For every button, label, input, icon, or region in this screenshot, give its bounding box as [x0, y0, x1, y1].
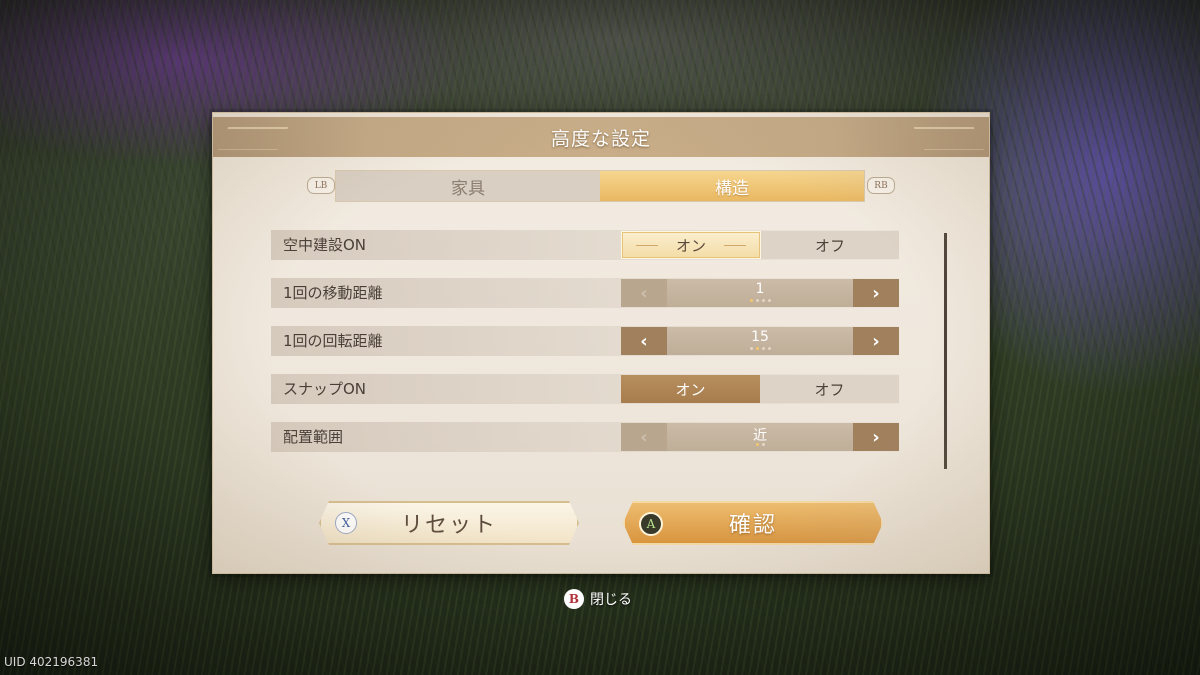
setting-row-snap[interactable]: スナップON オン オフ	[271, 374, 899, 404]
stepper-dots	[667, 347, 853, 351]
option-on[interactable]: オン	[621, 231, 761, 259]
tab-structure[interactable]: 構造	[600, 171, 864, 201]
confirm-button[interactable]: A 確認	[623, 501, 883, 545]
scrollbar[interactable]	[944, 233, 947, 469]
chevron-right-icon[interactable]: ›	[853, 327, 899, 355]
option-off[interactable]: オフ	[761, 231, 899, 259]
option-on[interactable]: オン	[621, 375, 760, 403]
x-button-icon: X	[335, 512, 357, 534]
aerial-build-toggle[interactable]: オン オフ	[621, 231, 899, 259]
rotate-distance-stepper[interactable]: ‹ 15 ›	[621, 327, 899, 355]
placement-range-stepper[interactable]: ‹ 近 ›	[621, 423, 899, 451]
tab-furniture[interactable]: 家具	[336, 171, 600, 201]
chevron-right-icon[interactable]: ›	[853, 423, 899, 451]
a-button-icon: A	[639, 512, 663, 536]
setting-label: 空中建設ON	[283, 236, 367, 254]
reset-button[interactable]: X リセット	[319, 501, 579, 545]
b-button-icon: B	[564, 589, 584, 609]
option-off[interactable]: オフ	[760, 375, 899, 403]
setting-row-move-distance[interactable]: 1回の移動距離 ‹ 1 ›	[271, 278, 899, 308]
stepper-value: 15	[751, 329, 769, 345]
close-label: 閉じる	[590, 592, 632, 608]
dialog-title-bar: 高度な設定	[213, 117, 989, 157]
setting-label: 1回の移動距離	[283, 284, 383, 302]
move-distance-stepper[interactable]: ‹ 1 ›	[621, 279, 899, 307]
stepper-dots	[667, 299, 853, 303]
rb-bumper-icon[interactable]: RB	[867, 177, 895, 194]
setting-row-placement-range[interactable]: 配置範囲 ‹ 近 ›	[271, 422, 899, 452]
advanced-settings-dialog: 高度な設定 LB 家具 構造 RB 空中建設ON オン オフ 1回の移動距離 ‹…	[212, 112, 990, 574]
chevron-left-icon[interactable]: ‹	[621, 423, 667, 451]
dialog-title: 高度な設定	[550, 127, 651, 150]
setting-row-aerial-build[interactable]: 空中建設ON オン オフ	[271, 230, 899, 260]
stepper-value: 近	[753, 428, 767, 444]
deco-line	[636, 245, 658, 246]
setting-label: 配置範囲	[283, 428, 344, 446]
chevron-left-icon[interactable]: ‹	[621, 279, 667, 307]
chevron-left-icon[interactable]: ‹	[621, 327, 667, 355]
close-hint[interactable]: B 閉じる	[564, 588, 632, 610]
uid-label: UID 402196381	[4, 655, 99, 669]
category-tabs: 家具 構造	[335, 170, 865, 202]
stepper-value: 1	[755, 281, 765, 297]
deco-line	[724, 245, 746, 246]
setting-label: 1回の回転距離	[283, 332, 383, 350]
lb-bumper-icon[interactable]: LB	[307, 177, 335, 194]
setting-row-rotate-distance[interactable]: 1回の回転距離 ‹ 15 ›	[271, 326, 899, 356]
setting-label: スナップON	[283, 380, 367, 398]
confirm-label: 確認	[728, 513, 777, 538]
chevron-right-icon[interactable]: ›	[853, 279, 899, 307]
snap-toggle[interactable]: オン オフ	[621, 375, 899, 403]
stepper-dots	[667, 443, 853, 447]
reset-label: リセット	[400, 513, 497, 538]
